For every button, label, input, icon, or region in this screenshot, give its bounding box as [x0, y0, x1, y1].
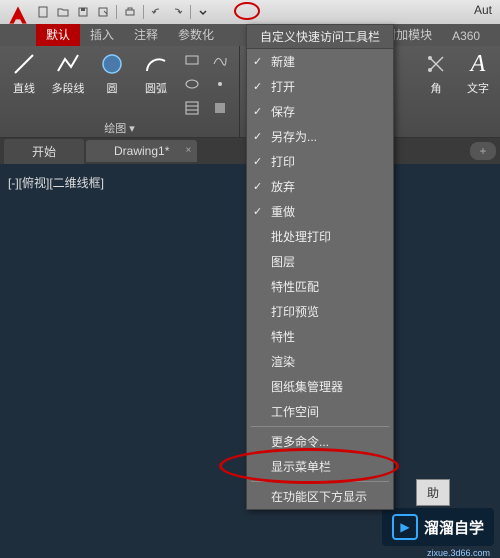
- menu-item-saveas[interactable]: 另存为...: [247, 124, 393, 149]
- watermark-brand: 溜溜自学: [424, 517, 484, 538]
- doc-tab-drawing1[interactable]: Drawing1* ×: [86, 140, 197, 162]
- tool-label: 圆: [107, 80, 118, 96]
- qat-separator: [143, 5, 144, 19]
- app-title: Aut: [474, 3, 492, 17]
- menu-item-redo[interactable]: 重做: [247, 199, 393, 224]
- quick-access-toolbar: Aut: [0, 0, 500, 24]
- menu-item-batchplot[interactable]: 批处理打印: [247, 224, 393, 249]
- ribbon-tab-parametric[interactable]: 参数化: [168, 23, 224, 46]
- qat-print-icon[interactable]: [121, 3, 139, 21]
- watermark: ▶ 溜溜自学: [382, 508, 494, 546]
- tool-point-icon[interactable]: [210, 74, 230, 94]
- menu-item-save[interactable]: 保存: [247, 99, 393, 124]
- menu-item-plotpreview[interactable]: 打印预览: [247, 299, 393, 324]
- qat-new-icon[interactable]: [34, 3, 52, 21]
- tool-label: 圆弧: [145, 80, 167, 96]
- menu-item-open[interactable]: 打开: [247, 74, 393, 99]
- line-icon: [10, 50, 38, 78]
- qat-separator: [190, 5, 191, 19]
- text-icon: A: [464, 50, 492, 78]
- arc-icon: [142, 50, 170, 78]
- tool-small-group: [182, 50, 202, 118]
- menu-item-morecommands[interactable]: 更多命令...: [247, 429, 393, 454]
- help-button[interactable]: 助: [416, 479, 450, 506]
- menu-item-workspace[interactable]: 工作空间: [247, 399, 393, 424]
- ribbon-tab-a360[interactable]: A360: [442, 26, 490, 46]
- qat-customize-menu: 自定义快速访问工具栏 新建 打开 保存 另存为... 打印 放弃 重做 批处理打…: [246, 24, 394, 510]
- menu-item-sheetset[interactable]: 图纸集管理器: [247, 374, 393, 399]
- panel-draw: 直线 多段线 圆 圆弧: [0, 46, 240, 137]
- tool-label: 多段线: [52, 80, 85, 96]
- app-logo[interactable]: [4, 1, 32, 29]
- tool-label: 直线: [13, 80, 35, 96]
- tool-region-icon[interactable]: [210, 98, 230, 118]
- viewport-label[interactable]: [-][俯视][二维线框]: [8, 174, 104, 191]
- circle-icon: [98, 50, 126, 78]
- doc-tab-add[interactable]: +: [470, 142, 496, 160]
- tool-arc[interactable]: 圆弧: [138, 50, 174, 118]
- menu-item-layer[interactable]: 图层: [247, 249, 393, 274]
- tool-label: 文字: [467, 80, 489, 96]
- close-icon[interactable]: ×: [186, 145, 192, 156]
- menu-item-undo[interactable]: 放弃: [247, 174, 393, 199]
- doc-tab-label: 开始: [32, 145, 56, 159]
- qat-customize-dropdown-icon[interactable]: [195, 4, 211, 20]
- qat-redo-icon[interactable]: [168, 3, 186, 21]
- qat-open-icon[interactable]: [54, 3, 72, 21]
- tool-circle[interactable]: 圆: [94, 50, 130, 118]
- ribbon-tab-insert[interactable]: 插入: [80, 23, 124, 46]
- menu-item-render[interactable]: 渲染: [247, 349, 393, 374]
- tool-spline-icon[interactable]: [210, 50, 230, 70]
- doc-tab-start[interactable]: 开始: [4, 139, 84, 164]
- polyline-icon: [54, 50, 82, 78]
- qat-saveas-icon[interactable]: [94, 3, 112, 21]
- qat-undo-icon[interactable]: [148, 3, 166, 21]
- menu-separator: [251, 426, 389, 427]
- watermark-url: zixue.3d66.com: [427, 548, 490, 558]
- ribbon-tab-annotate[interactable]: 注释: [124, 23, 168, 46]
- menu-header: 自定义快速访问工具栏: [247, 25, 393, 49]
- tool-small-group-2: [210, 50, 230, 118]
- scissors-icon: [422, 50, 450, 78]
- tool-ellipse-icon[interactable]: [182, 74, 202, 94]
- qat-save-icon[interactable]: [74, 3, 92, 21]
- play-icon: ▶: [392, 514, 418, 540]
- menu-item-print[interactable]: 打印: [247, 149, 393, 174]
- plus-icon: +: [479, 144, 486, 158]
- tool-line[interactable]: 直线: [6, 50, 42, 118]
- menu-item-matchprop[interactable]: 特性匹配: [247, 274, 393, 299]
- menu-item-showmenubar[interactable]: 显示菜单栏: [247, 454, 393, 479]
- menu-separator: [251, 481, 389, 482]
- tool-trim-partial[interactable]: 角: [418, 50, 454, 133]
- menu-item-new[interactable]: 新建: [247, 49, 393, 74]
- qat-separator: [116, 5, 117, 19]
- tool-rect-icon[interactable]: [182, 50, 202, 70]
- doc-tab-label: Drawing1*: [114, 144, 169, 158]
- panel-title-draw[interactable]: 绘图 ▾: [6, 118, 233, 138]
- tool-hatch-icon[interactable]: [182, 98, 202, 118]
- ribbon-tab-default[interactable]: 默认: [36, 23, 80, 46]
- tool-label: 角: [431, 80, 442, 96]
- tool-text[interactable]: A 文字: [460, 50, 496, 133]
- menu-item-showbelow[interactable]: 在功能区下方显示: [247, 484, 393, 509]
- menu-item-properties[interactable]: 特性: [247, 324, 393, 349]
- tool-polyline[interactable]: 多段线: [50, 50, 86, 118]
